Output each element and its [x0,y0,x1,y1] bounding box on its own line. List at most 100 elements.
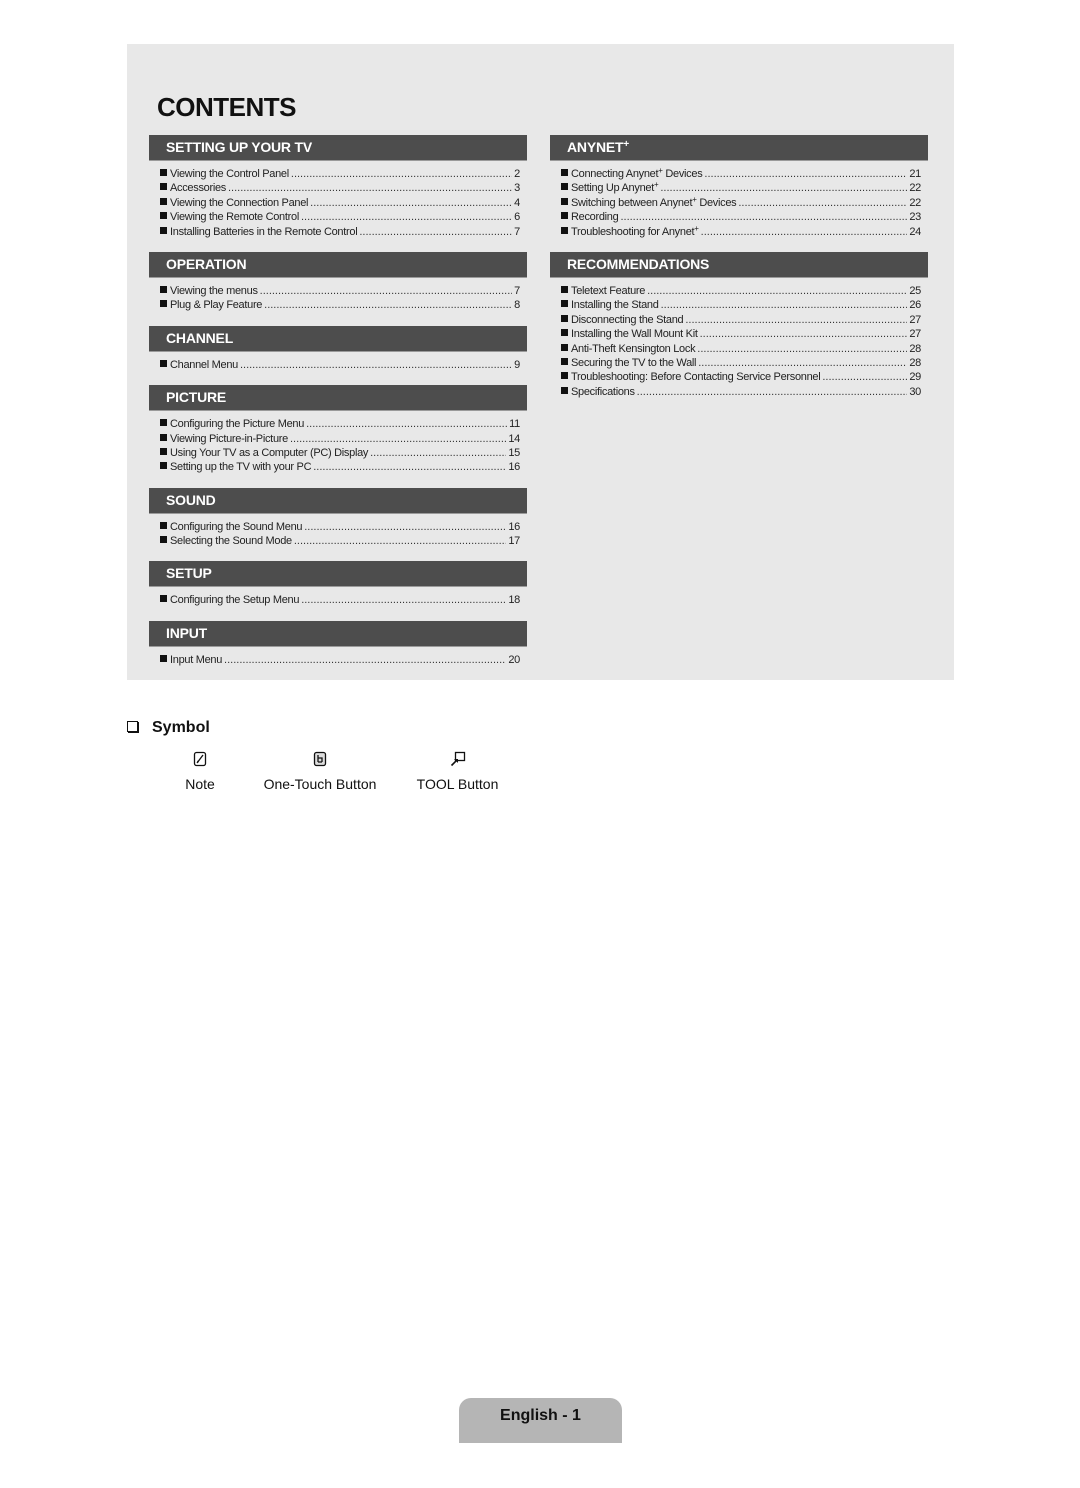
toc-entry[interactable]: Viewing Picture-in-Picture 14 [160,432,520,446]
dot-leader [637,385,908,399]
dot-leader [228,181,512,195]
section-recommendations: RECOMMENDATIONSTeletext Feature25Install… [550,251,928,399]
section-items: Channel Menu 9 [149,352,527,372]
dot-leader [294,534,507,548]
toc-entry-label: Configuring the Picture Menu [170,418,305,431]
toc-entry-page: 4 [514,196,520,209]
toc-entry[interactable]: Installing the Stand 26 [561,298,921,312]
dot-leader [224,653,506,667]
square-bullet-icon [160,197,167,205]
toc-entry[interactable]: Recording 23 [561,210,921,224]
dot-leader [661,298,908,312]
square-bullet-icon [561,300,568,308]
dot-leader [240,358,512,372]
symbol-one-touch: One-Touch Button [255,750,385,792]
square-bullet-icon [561,212,568,220]
dot-leader [290,432,506,446]
square-bullet-icon [561,197,568,205]
toc-entry[interactable]: Setting up the TV with your PC 16 [160,460,520,474]
section-header: OPERATION [149,251,527,278]
dot-leader [301,210,512,224]
toc-entry[interactable]: Using Your TV as a Computer (PC) Display… [160,446,520,460]
square-bullet-icon [561,372,568,380]
dot-leader [647,284,907,298]
section-items: Configuring the Sound Menu16Selecting th… [149,514,527,549]
toc-entry-label: Teletext Feature [571,284,646,297]
dot-leader [698,356,907,370]
section-header: INPUT [149,620,527,647]
square-bullet-icon [561,314,568,322]
square-bullet-icon [561,226,568,234]
toc-entry-label: Recording [571,211,619,224]
toc-entry[interactable]: Channel Menu 9 [160,358,520,372]
toc-entry[interactable]: Anti-Theft Kensington Lock 28 [561,342,921,356]
toc-entry-page: 22 [909,182,921,195]
toc-entry[interactable]: Configuring the Picture Menu 11 [160,417,520,431]
contents-title: CONTENTS [157,92,297,122]
toc-entry[interactable]: Selecting the Sound Mode 17 [160,534,520,548]
toc-entry[interactable]: Configuring the Sound Menu 16 [160,520,520,534]
square-bullet-icon [160,521,167,529]
square-bullet-icon [561,183,568,191]
toc-entry[interactable]: Accessories 3 [160,181,520,195]
toc-entry[interactable]: Viewing the menus 7 [160,284,520,298]
toc-entry[interactable]: Switching between Anynet+ Devices 22 [561,194,921,210]
toc-entry[interactable]: Viewing the Control Panel 2 [160,167,520,181]
toc-entry-page: 23 [909,211,921,224]
toc-entry-label: Anti-Theft Kensington Lock [571,342,696,355]
checkbox-bullet-icon [127,721,138,732]
toc-entry-page: 26 [909,299,921,312]
toc-entry[interactable]: Disconnecting the Stand 27 [561,313,921,327]
dot-leader [697,342,907,356]
square-bullet-icon [160,285,167,293]
toc-entry[interactable]: Input Menu 20 [160,653,520,667]
toc-entry-label: Switching between Anynet+ Devices [571,194,737,209]
toc-entry-label: Viewing the Remote Control [170,211,299,224]
section-items: Input Menu 20 [149,647,527,667]
dot-leader [359,225,512,239]
toc-entry-label: Troubleshooting for Anynet+ [571,223,699,238]
toc-entry-page: 17 [508,535,520,548]
section-header: ANYNET+ [550,135,928,161]
toc-entry[interactable]: Specifications 30 [561,385,921,399]
symbol-tool: TOOL Button [410,750,505,792]
toc-entry-page: 22 [909,196,921,209]
toc-entry[interactable]: Teletext Feature 25 [561,284,921,298]
toc-entry[interactable]: Installing Batteries in the Remote Contr… [160,225,520,239]
toc-entry[interactable]: Troubleshooting for Anynet+ 24 [561,223,921,239]
square-bullet-icon [561,343,568,351]
section-operation: OPERATION Viewing the menus7Plug & Play F… [149,251,527,313]
section-header: CHANNEL [149,325,527,352]
square-bullet-icon [160,183,167,191]
symbol-one-touch-label: One-Touch Button [263,776,377,792]
toc-entry-page: 27 [909,328,921,341]
toc-entry[interactable]: Troubleshooting: Before Contacting Servi… [561,370,921,384]
section-header: PICTURE [149,385,527,412]
toc-entry-label: Setting Up Anynet+ [571,180,659,195]
section-setting-up-your-tv: SETTING UP YOUR TV Viewing the Control Pa… [149,135,527,239]
page-number-tab: English - 1 [459,1398,622,1443]
toc-entry-label: Configuring the Setup Menu [170,594,300,607]
toc-entry-label: Troubleshooting: Before Contacting Servi… [571,371,821,384]
dot-leader [306,417,507,431]
toc-entry-page: 18 [508,594,520,607]
toc-entry-label: Accessories [170,182,226,195]
dot-leader [370,446,506,460]
toc-entry[interactable]: Securing the TV to the Wall 28 [561,356,921,370]
toc-entry[interactable]: Configuring the Setup Menu 18 [160,593,520,607]
dot-leader [310,196,512,210]
square-bullet-icon [561,285,568,293]
dot-leader [313,460,506,474]
toc-entry-page: 16 [508,520,520,533]
toc-entry[interactable]: Setting Up Anynet+ 22 [561,181,921,195]
toc-entry[interactable]: Viewing the Connection Panel 4 [160,196,520,210]
toc-entry[interactable]: Viewing the Remote Control 6 [160,210,520,224]
toc-entry[interactable]: Plug & Play Feature 8 [160,298,520,312]
toc-entry-page: 24 [909,225,921,238]
section-items: Viewing the Control Panel2Accessories3Vi… [149,161,527,239]
section-header: SETUP [149,561,527,588]
toc-entry[interactable]: Installing the Wall Mount Kit 27 [561,327,921,341]
dot-leader [264,298,512,312]
toc-entry[interactable]: Connecting Anynet+ Devices 21 [561,167,921,181]
toc-entry-page: 14 [508,432,520,445]
